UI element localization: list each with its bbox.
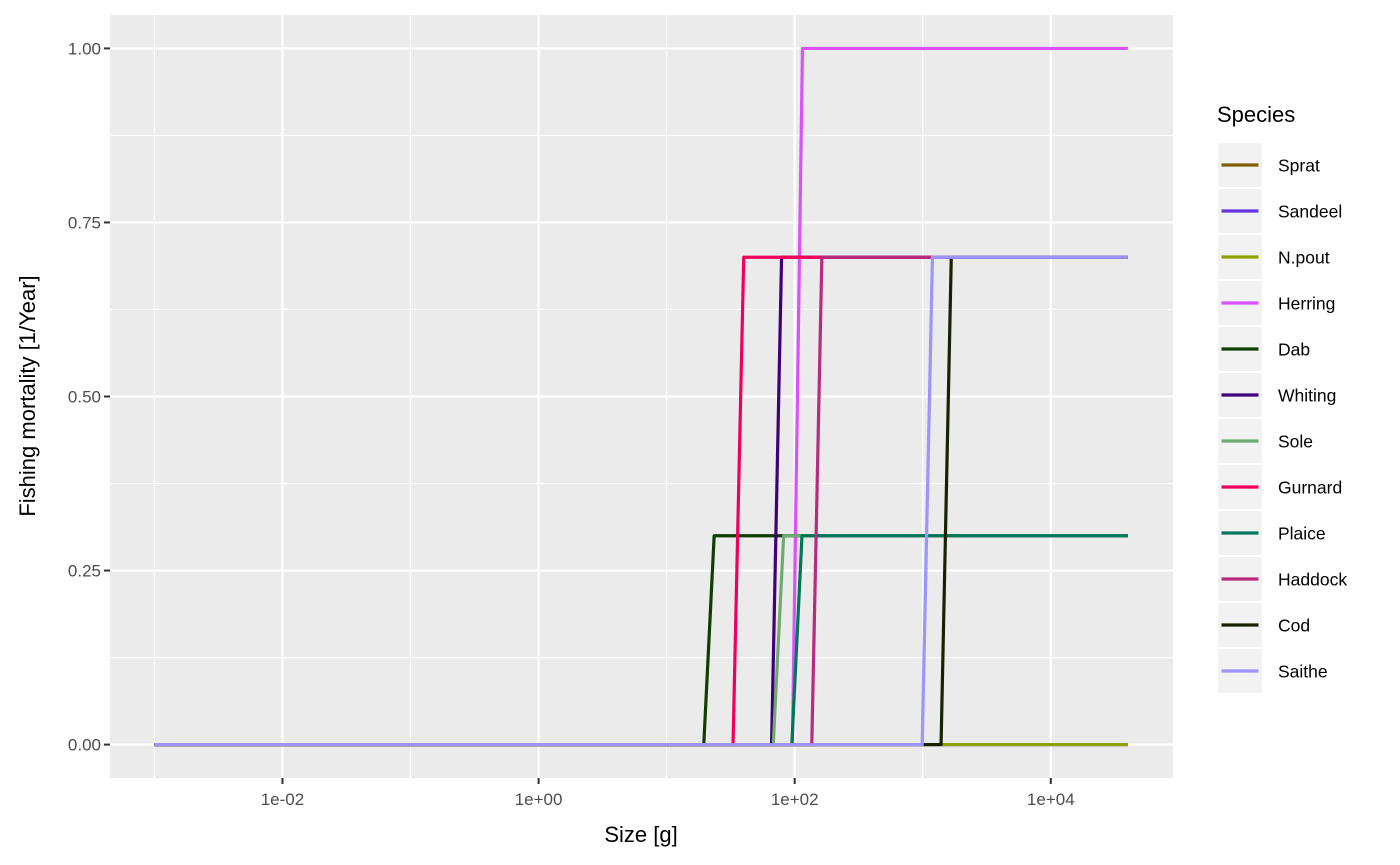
legend-label: Plaice [1278, 524, 1326, 544]
legend-item-haddock: Haddock [1218, 557, 1347, 601]
x-tick-label: 1e-02 [261, 790, 304, 809]
legend-label: Saithe [1278, 662, 1328, 682]
x-axis: 1e-02 1e+00 1e+02 1e+04 [261, 778, 1075, 809]
legend-label: Dab [1278, 340, 1310, 360]
legend-label: Whiting [1278, 386, 1336, 406]
legend-item-herring: Herring [1218, 281, 1335, 325]
legend-item-dab: Dab [1218, 327, 1310, 371]
y-tick-label: 0.50 [68, 388, 101, 407]
x-tick-label: 1e+02 [771, 790, 819, 809]
x-tick-label: 1e+04 [1027, 790, 1075, 809]
y-tick-label: 0.25 [68, 562, 101, 581]
legend-label: Gurnard [1278, 478, 1342, 498]
x-tick-label: 1e+00 [515, 790, 563, 809]
legend-item-sprat: Sprat [1218, 143, 1320, 187]
y-axis: 0.00 0.25 0.50 0.75 1.00 [68, 39, 110, 755]
legend-item-gurnard: Gurnard [1218, 465, 1342, 509]
legend-item-sole: Sole [1218, 419, 1313, 463]
legend-label: Sole [1278, 432, 1313, 452]
legend-title: Species [1217, 102, 1295, 127]
fishing-mortality-chart: 0.00 0.25 0.50 0.75 1.00 1e-02 1e+00 1e+02 1e+0… [15, 15, 1347, 847]
legend-item-n-pout: N.pout [1218, 235, 1330, 279]
legend-label: Cod [1278, 616, 1310, 636]
legend-item-sandeel: Sandeel [1218, 189, 1342, 233]
y-axis-title: Fishing mortality [1/Year] [15, 275, 40, 516]
legend-item-cod: Cod [1218, 603, 1310, 647]
legend-item-saithe: Saithe [1218, 649, 1328, 693]
legend-label: Sandeel [1278, 202, 1342, 222]
legend-label: Sprat [1278, 156, 1320, 176]
legend-item-whiting: Whiting [1218, 373, 1336, 417]
legend-label: N.pout [1278, 248, 1330, 268]
y-tick-label: 1.00 [68, 39, 101, 58]
legend-item-plaice: Plaice [1218, 511, 1326, 555]
legend-label: Herring [1278, 294, 1335, 314]
legend-label: Haddock [1278, 570, 1347, 590]
y-tick-label: 0.75 [68, 213, 101, 232]
legend: Species Sprat Sandeel N.pout Herring Dab Whit… [1217, 102, 1347, 693]
y-tick-label: 0.00 [68, 736, 101, 755]
x-axis-title: Size [g] [604, 822, 677, 847]
